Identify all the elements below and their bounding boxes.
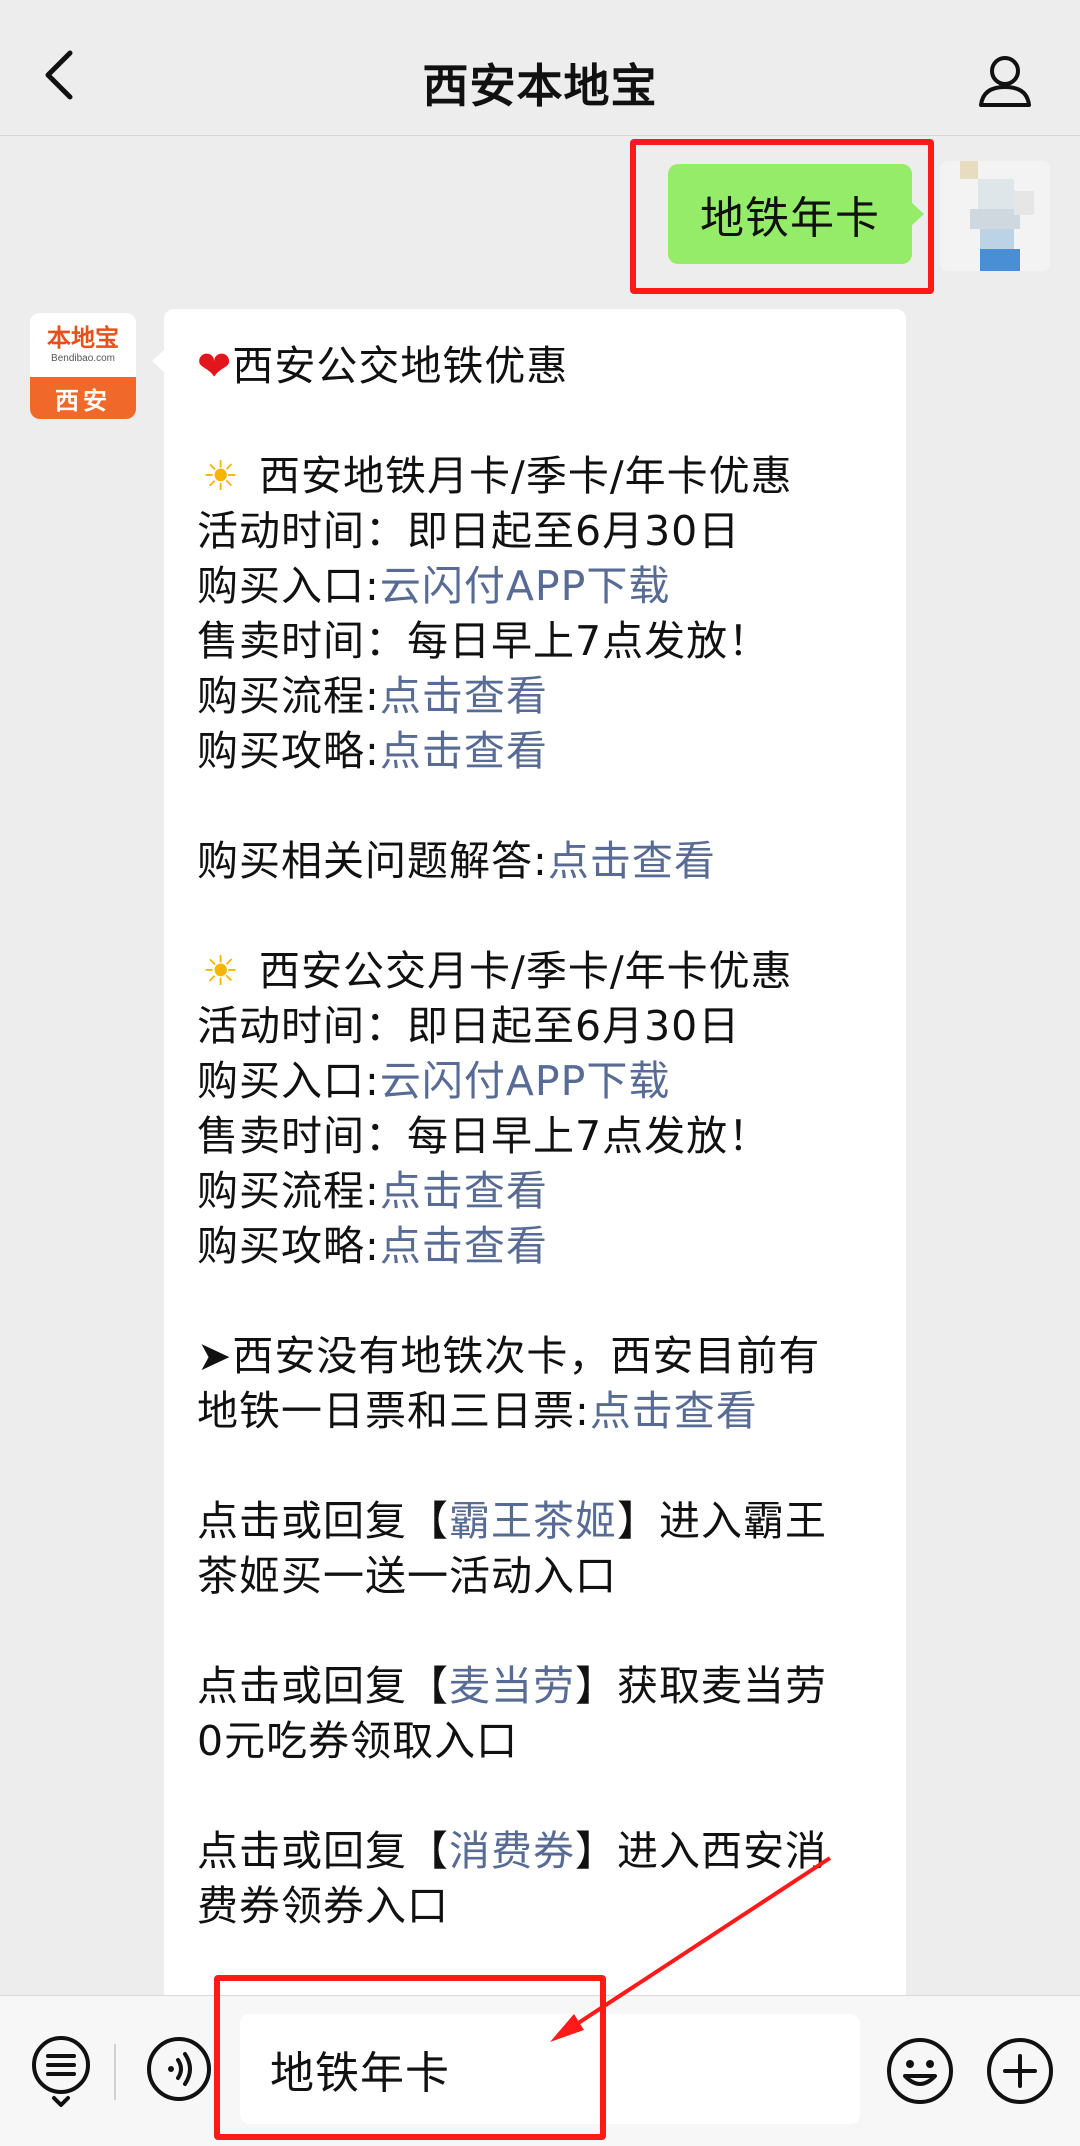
tea-line-1: 点击或回复【霸王茶姬】进入霸王: [197, 1497, 827, 1545]
metro-flow-link[interactable]: 点击查看: [380, 672, 548, 720]
bus-title: ☀ 西安公交月卡/季卡/年卡优惠: [197, 944, 874, 999]
sun-icon: ☀: [202, 452, 240, 500]
avatar-logo: 本地宝 Bendibao.com: [30, 313, 136, 377]
bus-guide: 购买攻略:点击查看: [197, 1222, 548, 1270]
bus-sale-time: 售卖时间：每日早上7点发放！: [197, 1112, 771, 1160]
metro-guide: 购买攻略:点击查看: [197, 727, 548, 775]
heart-icon: ❤: [197, 342, 233, 390]
plus-icon: [987, 2038, 1053, 2104]
person-icon: [979, 56, 1031, 107]
received-message-bubble[interactable]: ❤西安公交地铁优惠 ☀ 西安地铁月卡/季卡/年卡优惠 活动时间：即日起至6月30…: [152, 309, 906, 1995]
metro-download-link[interactable]: 云闪付APP下载: [380, 562, 671, 610]
divider: [114, 2044, 116, 2100]
bus-flow: 购买流程:点击查看: [197, 1167, 548, 1215]
avatar-brand-text: 本地宝: [47, 324, 119, 352]
sun-icon: ☀: [202, 947, 240, 995]
user-avatar-pixelated-image: [940, 161, 1050, 271]
tea-link[interactable]: 霸王茶姬: [449, 1497, 617, 1545]
mcd-line-1: 点击或回复【麦当劳】获取麦当劳: [197, 1662, 827, 1710]
metro-sale-time: 售卖时间：每日早上7点发放！: [197, 617, 771, 665]
profile-button[interactable]: [970, 46, 1040, 116]
chat-area[interactable]: 地铁年卡 本地宝 Bendibao.com 西安 ❤西安公交地铁优惠 ☀ 西安地…: [0, 137, 1080, 1995]
coupon-link[interactable]: 消费券: [449, 1827, 575, 1875]
bus-time: 活动时间：即日起至6月30日: [197, 1002, 741, 1050]
avatar[interactable]: 本地宝 Bendibao.com 西安: [30, 313, 136, 419]
ticket-line-1: ➤西安没有地铁次卡，西安目前有: [197, 1332, 821, 1380]
emoji-icon: [887, 2038, 953, 2104]
voice-icon: [147, 2037, 211, 2101]
coupon-line-2: 费券领券入口: [197, 1882, 449, 1930]
voice-button[interactable]: [146, 2036, 212, 2102]
bus-entry: 购买入口:云闪付APP下载: [197, 1057, 671, 1105]
metro-flow: 购买流程:点击查看: [197, 672, 548, 720]
tea-line-2: 茶姬买一送一活动入口: [197, 1552, 617, 1600]
avatar-city-text: 西安: [30, 377, 136, 419]
avatar[interactable]: [940, 161, 1050, 271]
highlight-box-input: [214, 1975, 606, 2140]
bus-download-link[interactable]: 云闪付APP下载: [380, 1057, 671, 1105]
ticket-line-2: 地铁一日票和三日票:点击查看: [197, 1387, 758, 1435]
bus-flow-link[interactable]: 点击查看: [380, 1167, 548, 1215]
mcd-link[interactable]: 麦当劳: [449, 1662, 575, 1710]
page-title: 西安本地宝: [422, 59, 658, 113]
faq-line: 购买相关问题解答:点击查看: [197, 837, 716, 885]
coupon-line-1: 点击或回复【消费券】进入西安消: [197, 1827, 827, 1875]
metro-guide-link[interactable]: 点击查看: [380, 727, 548, 775]
emoji-button[interactable]: [885, 2036, 955, 2106]
more-button[interactable]: [985, 2036, 1055, 2106]
menu-button[interactable]: [28, 2032, 94, 2110]
avatar-domain-text: Bendibao.com: [51, 353, 115, 364]
menu-list-icon: [32, 2036, 90, 2107]
ticket-link[interactable]: 点击查看: [590, 1387, 758, 1435]
metro-entry: 购买入口:云闪付APP下载: [197, 562, 671, 610]
bus-guide-link[interactable]: 点击查看: [380, 1222, 548, 1270]
metro-time: 活动时间：即日起至6月30日: [197, 507, 741, 555]
metro-title: ☀ 西安地铁月卡/季卡/年卡优惠: [197, 449, 874, 504]
faq-link[interactable]: 点击查看: [548, 837, 716, 885]
mcd-line-2: 0元吃券领取入口: [197, 1717, 519, 1765]
nav-bar: 西安本地宝: [0, 0, 1080, 136]
highlight-box-sent-message: [630, 139, 934, 294]
message-heading: ❤西安公交地铁优惠: [197, 342, 569, 390]
